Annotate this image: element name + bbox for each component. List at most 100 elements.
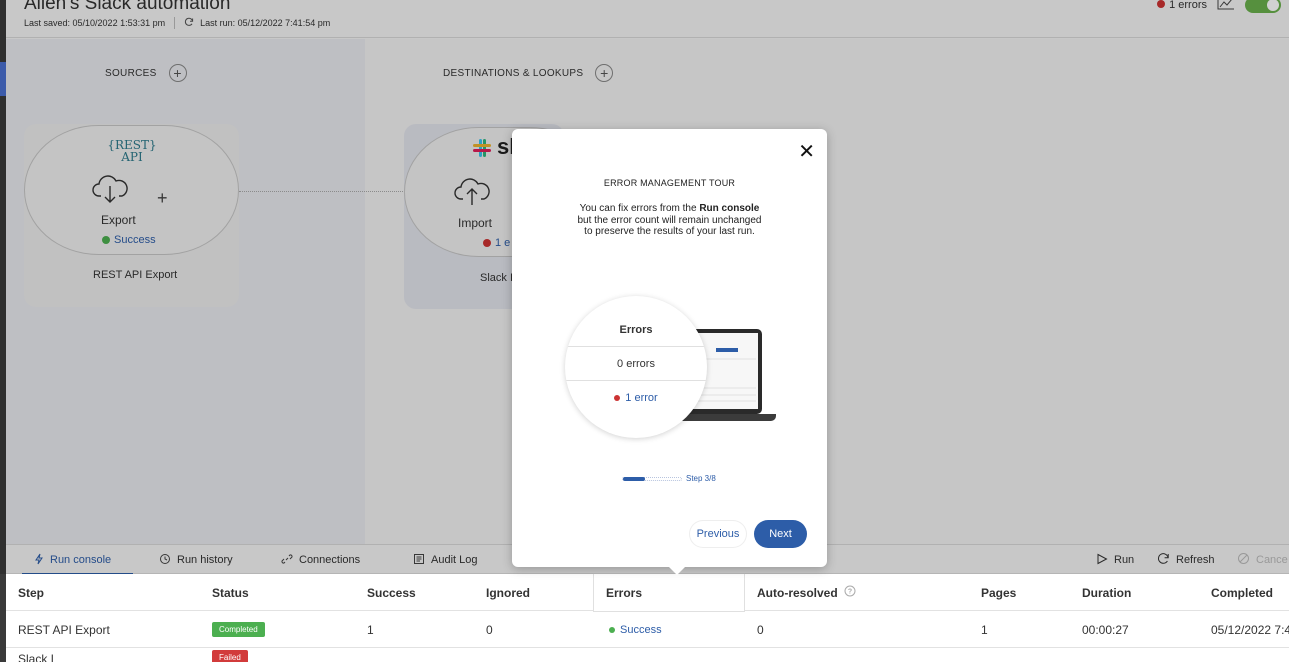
add-destination-button[interactable]: + [595,64,614,82]
tab-connections[interactable]: Connections [281,545,360,575]
zoom-one-error-text: 1 error [625,392,658,404]
sources-header: SOURCES + [105,64,187,82]
tour-illustration: Errors 0 errors 1 error [564,294,779,459]
errors-zoom-callout: Errors 0 errors 1 error [565,296,707,438]
col-success: Success [367,585,416,600]
row-ignored: 0 [486,622,493,637]
col-errors: Errors [606,585,643,600]
tour-body: You can fix errors from the Run console … [572,203,767,238]
refresh-button[interactable]: Refresh [1157,545,1215,575]
row-status: Failed [212,650,248,662]
source-status-text: Success [114,234,156,246]
refresh-icon [1157,552,1170,568]
header-actions: 1 errors [1157,0,1281,13]
cloud-upload-icon [454,177,490,212]
run-console-table: Step Status Success Ignored Errors Auto-… [6,574,1289,662]
row-auto-resolved: 0 [757,622,764,637]
rest-api-logo: {REST} API [107,139,157,163]
col-completed: Completed [1211,585,1274,600]
col-status: Status [212,585,249,600]
audit-icon [413,553,425,568]
last-saved: Last saved: 05/10/2022 1:53:31 pm [24,18,166,28]
row-status: Completed [212,611,265,648]
success-dot [609,626,615,633]
row-errors: Success [609,611,662,648]
errors-count: 1 errors [1169,0,1207,11]
source-name: REST API Export [93,269,178,281]
import-label: Import [458,216,493,230]
col-duration: Duration [1082,585,1132,600]
error-dot [1157,0,1166,8]
tour-pointer [668,566,686,575]
sources-title: SOURCES [105,67,157,79]
run-label: Run [1114,554,1135,566]
source-card[interactable]: {REST} API + Export Success REST API Exp… [24,124,239,307]
refresh-label: Refresh [1176,554,1215,566]
add-step-button[interactable]: + [157,188,168,209]
tour-step-label: Step 3/8 [686,474,716,483]
refresh-small-icon [184,17,194,29]
slack-logo-icon [472,138,492,163]
tab-audit-log-label: Audit Log [431,554,478,566]
status-badge: Completed [212,622,265,637]
table-row[interactable]: Slack I Failed [6,648,1289,662]
tab-run-history[interactable]: Run history [159,545,233,575]
flow-title: Allen's Slack automation [24,0,231,14]
tour-dialog: ✕ ERROR MANAGEMENT TOUR You can fix erro… [512,129,827,567]
row-pages: 1 [981,622,988,637]
tab-audit-log[interactable]: Audit Log [413,545,477,575]
row-errors-text: Success [620,623,662,636]
status-badge: Failed [212,650,248,662]
flow-header: Allen's Slack automation Last saved: 05/… [6,0,1289,38]
cancel-label: Cance [1256,554,1288,566]
tour-title: ERROR MANAGEMENT TOUR [603,178,736,188]
zoom-one-error: 1 error [565,381,707,415]
flow-meta: Last saved: 05/10/2022 1:53:31 pm Last r… [24,17,330,29]
row-completed: 05/12/2022 7:4 [1211,622,1289,637]
console-icon [34,553,44,568]
col-step: Step [18,585,45,600]
flow-connector [239,191,411,192]
rest-logo-line2: API [121,150,143,164]
cloud-download-icon [92,174,128,209]
col-auto-resolved-label: Auto-resolved [757,585,838,600]
row-step: REST API Export [18,622,110,637]
destination-status-text: 1 e [495,237,511,249]
zoom-errors-header: Errors [565,313,707,347]
previous-button[interactable]: Previous [690,521,746,547]
tour-body-text-1: You can fix errors from the [579,203,697,214]
tour-progress-fill [623,476,645,481]
tour-body-text-2: but the error count will remain unchange… [577,214,762,238]
cancel-button[interactable]: Cance [1237,545,1288,575]
zoom-zero-errors: 0 errors [565,347,707,381]
flow-enabled-toggle[interactable] [1245,0,1281,13]
cancel-icon [1237,552,1250,568]
export-label: Export [101,213,136,227]
close-icon[interactable]: ✕ [798,139,815,164]
row-step: Slack I [18,652,55,662]
chart-icon[interactable] [1217,0,1235,13]
run-button[interactable]: Run [1096,545,1134,575]
next-button[interactable]: Next [754,520,807,548]
history-icon [159,553,171,568]
table-row[interactable]: REST API Export Completed 1 0 Success 0 … [6,611,1289,648]
col-ignored: Ignored [486,585,530,600]
success-dot [102,236,110,244]
tour-progress: Step 3/8 [622,474,716,483]
tab-run-console[interactable]: Run console [21,545,134,575]
error-dot [614,395,621,401]
link-icon [281,553,293,568]
last-run: Last run: 05/12/2022 7:41:54 pm [200,18,331,28]
tab-connections-label: Connections [299,554,361,566]
svg-text:?: ? [848,589,852,596]
play-icon [1096,553,1108,568]
help-icon[interactable]: ? [844,585,856,600]
errors-indicator[interactable]: 1 errors [1157,0,1207,11]
tour-progress-bar [622,476,682,481]
add-source-button[interactable]: + [168,64,187,82]
table-header-row: Step Status Success Ignored Errors Auto-… [6,574,1289,611]
source-status: Success [102,234,156,246]
row-success: 1 [367,622,374,637]
destination-status: 1 e [483,237,510,249]
destinations-header: DESTINATIONS & LOOKUPS + [443,64,614,82]
